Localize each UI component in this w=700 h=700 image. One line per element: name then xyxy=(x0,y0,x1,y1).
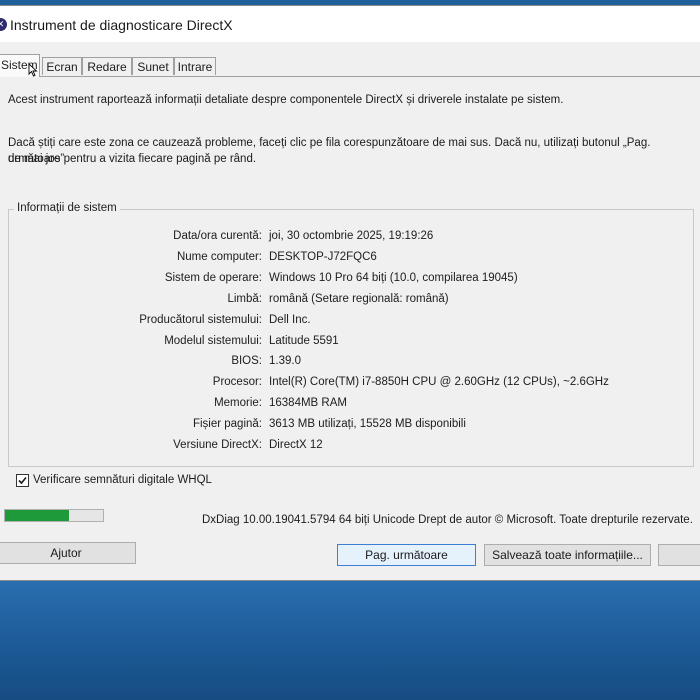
dxdiag-app-icon: ✕ xyxy=(0,18,7,31)
tab-redare-label: Redare xyxy=(87,60,127,74)
intro-text-2b: de mai jos pentru a vizita fiecare pagin… xyxy=(8,153,257,165)
title-bar[interactable]: ✕ Instrument de diagnosticare DirectX xyxy=(0,6,700,42)
tab-sunet-label: Sunet xyxy=(137,60,169,74)
window-title: Instrument de diagnosticare DirectX xyxy=(10,17,233,33)
system-info-label: Data/ora curentă: xyxy=(173,230,262,242)
system-info-row: Data/ora curentă: joi, 30 octombrie 2025,… xyxy=(0,230,700,248)
system-info-label: Versiune DirectX: xyxy=(173,439,262,451)
system-info-label: BIOS: xyxy=(231,355,262,368)
system-info-label: Producătorul sistemului: xyxy=(139,313,262,326)
system-info-row: Nume computer: DESKTOP-J72FQC6 xyxy=(0,251,700,269)
system-info-row: Memorie: 16384MB RAM xyxy=(0,397,700,415)
system-info-row: Limbă: română (Setare regională: română) xyxy=(0,293,700,311)
system-info-row: Versiune DirectX: DirectX 12 xyxy=(0,439,700,457)
tab-sunet[interactable]: Sunet xyxy=(132,57,174,75)
tab-ecran-label: Ecran xyxy=(46,60,78,74)
system-info-label: Sistem de operare: xyxy=(164,271,262,284)
system-info-label: Modelul sistemului: xyxy=(164,334,262,347)
system-info-value: Latitude 5591 xyxy=(269,334,339,347)
system-info-value: DESKTOP-J72FQC6 xyxy=(269,250,377,263)
system-info-value: română (Setare regională: română) xyxy=(269,292,449,305)
system-info-value: 1.39.0 xyxy=(269,355,301,368)
checkmark-icon xyxy=(18,476,27,485)
system-info-row: Sistem de operare: Windows 10 Pro 64 biți… xyxy=(0,272,700,290)
system-info-value: 3613 MB utilizați, 15528 MB disponibili xyxy=(269,418,466,431)
system-info-label: Procesor: xyxy=(212,376,262,389)
system-info-value: joi, 30 octombrie 2025, 19:19:26 xyxy=(269,230,434,242)
dxdiag-version-copyright: DxDiag 10.00.19041.5794 64 biți Unicode … xyxy=(202,514,693,526)
desktop-background xyxy=(0,580,700,700)
system-info-label: Fișier pagină: xyxy=(192,418,262,431)
system-info-value: DirectX 12 xyxy=(269,439,323,451)
tab-intrare-label: Intrare xyxy=(177,60,213,74)
system-info-value: 16384MB RAM xyxy=(269,397,347,410)
system-info-row: Procesor: Intel(R) Core(TM) i7-8850H CPU … xyxy=(0,376,700,394)
tab-ecran[interactable]: Ecran xyxy=(42,57,82,75)
mouse-pointer-icon xyxy=(28,63,38,77)
progress-bar-fill xyxy=(5,510,69,521)
system-info-group-label: Informații de sistem xyxy=(14,202,120,214)
tab-strip: Sistem Ecran Redare Sunet Intrare xyxy=(0,54,700,77)
whql-checkbox-label[interactable]: Verificare semnături digitale WHQL xyxy=(33,474,212,486)
system-info-label: Nume computer: xyxy=(176,250,262,263)
progress-bar xyxy=(4,509,104,522)
system-info-value: Windows 10 Pro 64 biți (10.0, compilarea… xyxy=(269,271,518,284)
intro-text-1: Acest instrument raportează informații d… xyxy=(8,94,564,106)
system-info-row: Fișier pagină: 3613 MB utilizați, 15528 M… xyxy=(0,418,700,436)
save-all-button[interactable]: Salvează toate informațiile... xyxy=(484,544,651,566)
system-info-row: Modelul sistemului: Latitude 5591 xyxy=(0,335,700,353)
help-button[interactable]: Ajutor xyxy=(0,542,136,564)
tab-redare[interactable]: Redare xyxy=(82,57,132,75)
system-info-label: Limbă: xyxy=(227,292,262,305)
system-info-row: Producătorul sistemului: Dell Inc. xyxy=(0,314,700,332)
tab-intrare[interactable]: Intrare xyxy=(174,57,216,75)
exit-button[interactable] xyxy=(658,544,700,566)
system-info-row: BIOS: 1.39.0 xyxy=(0,355,700,373)
system-info-value: Intel(R) Core(TM) i7-8850H CPU @ 2.60GHz… xyxy=(269,376,609,389)
system-info-label: Memorie: xyxy=(214,397,262,410)
whql-checkbox[interactable] xyxy=(16,474,29,487)
dxdiag-window: ✕ Instrument de diagnosticare DirectX Si… xyxy=(0,6,700,580)
next-page-button[interactable]: Pag. următoare xyxy=(337,544,476,566)
system-info-value: Dell Inc. xyxy=(269,313,311,326)
